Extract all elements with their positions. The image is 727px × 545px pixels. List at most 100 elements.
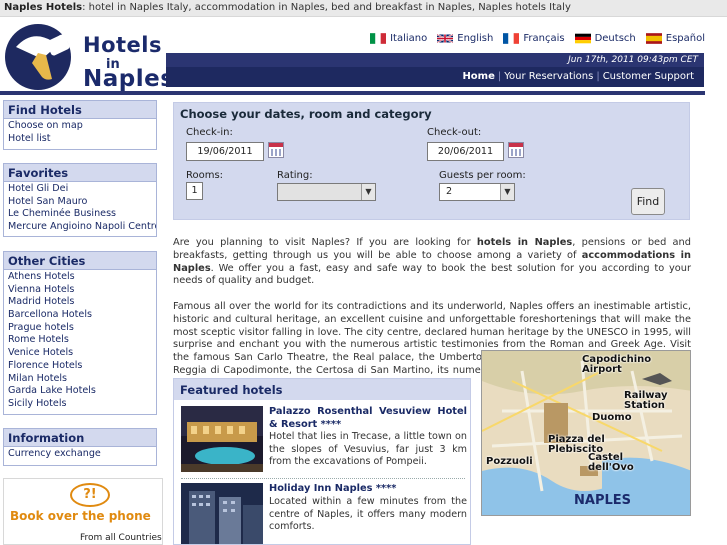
- map-label-castel-dell-ovo: Castel dell'Ovo: [588, 452, 634, 473]
- intro-text-part: Are you planning to visit Naples? If you…: [173, 237, 477, 248]
- speech-bubble-icon: ?!: [70, 483, 110, 507]
- map-label-railway-station: Railway Station: [624, 390, 668, 411]
- lang-label: Deutsch: [594, 33, 636, 44]
- rooms-input[interactable]: 1: [186, 182, 203, 200]
- nav-separator: |: [497, 71, 502, 82]
- find-hotels-title: Find Hotels: [4, 101, 156, 119]
- flag-italy-icon: [370, 33, 387, 44]
- header-divider: [0, 91, 705, 95]
- naples-map[interactable]: Capodichino Airport Railway Station Duom…: [481, 350, 691, 516]
- city-item[interactable]: Prague hotels: [4, 322, 156, 335]
- intro-keyword: hotels in Naples: [476, 237, 573, 248]
- nav-home-link[interactable]: Home: [462, 71, 494, 82]
- information-box: Information Currency exchange: [3, 428, 157, 466]
- phone-banner-subtitle: From all Countries: [80, 533, 162, 543]
- sidebar-item-currency-exchange[interactable]: Currency exchange: [4, 448, 156, 461]
- hotel-description: Hotel that lies in Trecase, a little tow…: [269, 431, 467, 467]
- hotel-name-link[interactable]: Palazzo Rosenthal Vesuview Hotel & Resor…: [269, 406, 467, 431]
- site-logo[interactable]: Hotels in Naples: [2, 19, 174, 92]
- city-item[interactable]: Sicily Hotels: [4, 398, 156, 411]
- book-by-phone-banner[interactable]: ?! Book over the phone From all Countrie…: [3, 478, 163, 545]
- checkin-label: Check-in:: [186, 127, 233, 138]
- nav-reservations-link[interactable]: Your Reservations: [504, 71, 593, 82]
- booking-search-panel: Choose your dates, room and category Che…: [173, 102, 690, 220]
- city-item[interactable]: Athens Hotels: [4, 271, 156, 284]
- hotel-stars: ****: [375, 483, 397, 494]
- city-item[interactable]: Milan Hotels: [4, 373, 156, 386]
- favorite-item[interactable]: Le Cheminée Business: [4, 208, 156, 221]
- guests-select[interactable]: 2 ▼: [439, 183, 515, 201]
- hotel-description: Located within a few minutes from the ce…: [269, 496, 467, 532]
- checkout-label: Check-out:: [427, 127, 482, 138]
- city-item[interactable]: Barcellona Hotels: [4, 309, 156, 322]
- hotel-name-link[interactable]: Holiday Inn Naples ****: [269, 483, 467, 496]
- other-cities-title: Other Cities: [4, 252, 156, 270]
- nav-separator: |: [596, 71, 600, 82]
- hotel-name: Palazzo Rosenthal Vesuview Hotel & Resor…: [269, 406, 467, 430]
- sidebar-item-hotel-list[interactable]: Hotel list: [4, 133, 156, 146]
- rating-select[interactable]: ▼: [277, 183, 376, 201]
- featured-hotels-title: Featured hotels: [174, 379, 470, 400]
- favorites-box: Favorites Hotel Gli Dei Hotel San Mauro …: [3, 163, 157, 237]
- sidebar-item-choose-on-map[interactable]: Choose on map: [4, 120, 156, 133]
- flag-france-icon: [503, 33, 520, 44]
- city-item[interactable]: Madrid Hotels: [4, 296, 156, 309]
- city-item[interactable]: Venice Hotels: [4, 347, 156, 360]
- logo-line-hotels: Hotels: [83, 33, 162, 57]
- favorites-title: Favorites: [4, 164, 156, 182]
- lang-label: Español: [665, 33, 705, 44]
- city-item[interactable]: Rome Hotels: [4, 334, 156, 347]
- lang-english[interactable]: English: [437, 33, 493, 44]
- checkout-date-input[interactable]: 20/06/2011: [427, 142, 504, 161]
- map-label-pozzuoli: Pozzuoli: [486, 456, 533, 467]
- checkin-date-input[interactable]: 19/06/2011: [186, 142, 264, 161]
- intro-text-part: . We offer you a fast, easy and safe way…: [173, 262, 691, 287]
- hotel-name: Holiday Inn Naples: [269, 483, 373, 494]
- lang-label: English: [457, 33, 494, 44]
- other-cities-box: Other Cities Athens Hotels Vienna Hotels…: [3, 251, 157, 415]
- rooms-label: Rooms:: [186, 170, 224, 181]
- hotel-photo: [181, 483, 263, 544]
- hotel-divider: [181, 478, 465, 479]
- featured-hotels-box: Featured hotels Palazzo Rosenthal Vesuvi…: [173, 378, 471, 545]
- main-nav: Home | Your Reservations | Customer Support: [166, 67, 704, 87]
- phone-banner-title: Book over the phone: [10, 509, 151, 523]
- checkout-calendar-icon[interactable]: [508, 142, 524, 158]
- lang-deutsch[interactable]: Deutsch: [574, 33, 636, 44]
- hotel-photo: [181, 406, 263, 472]
- lang-italiano[interactable]: Italiano: [370, 33, 427, 44]
- favorite-item[interactable]: Mercure Angioino Napoli Centro: [4, 221, 156, 234]
- rating-label: Rating:: [277, 170, 313, 181]
- flag-spain-icon: [645, 33, 662, 44]
- flag-germany-icon: [574, 33, 591, 44]
- map-city-name: NAPLES: [574, 493, 631, 508]
- lang-label: Italiano: [390, 33, 428, 44]
- map-label-duomo: Duomo: [592, 412, 632, 423]
- lang-francais[interactable]: Français: [503, 33, 565, 44]
- city-item[interactable]: Vienna Hotels: [4, 284, 156, 297]
- brand-name: Naples Hotels: [4, 2, 83, 13]
- nav-support-link[interactable]: Customer Support: [603, 71, 694, 82]
- logo-emblem-icon: [5, 24, 71, 90]
- current-datetime: Jun 17th, 2011 09:43pm CET: [166, 53, 704, 67]
- language-selector: Italiano English Français Deutsch Españo…: [370, 33, 705, 44]
- checkin-calendar-icon[interactable]: [268, 142, 284, 158]
- city-item[interactable]: Florence Hotels: [4, 360, 156, 373]
- guests-value: 2: [446, 186, 453, 197]
- find-button[interactable]: Find: [631, 188, 665, 215]
- chevron-down-icon: ▼: [500, 184, 514, 200]
- find-hotels-box: Find Hotels Choose on map Hotel list: [3, 100, 157, 151]
- map-label-airport: Capodichino Airport: [582, 354, 652, 375]
- favorite-item[interactable]: Hotel Gli Dei: [4, 183, 156, 196]
- lang-label: Français: [523, 33, 565, 44]
- favorite-item[interactable]: Hotel San Mauro: [4, 196, 156, 209]
- tagline-text: : hotel in Naples Italy, accommodation i…: [82, 2, 571, 13]
- search-title: Choose your dates, room and category: [180, 107, 432, 121]
- logo-line-naples: Naples: [83, 66, 175, 92]
- hotel-stars: ****: [320, 418, 342, 430]
- flag-uk-icon: [437, 33, 454, 44]
- guests-label: Guests per room:: [439, 170, 526, 181]
- lang-espanol[interactable]: Español: [645, 33, 705, 44]
- city-item[interactable]: Garda Lake Hotels: [4, 385, 156, 398]
- top-tagline-bar: Naples Hotels: hotel in Naples Italy, ac…: [0, 0, 727, 17]
